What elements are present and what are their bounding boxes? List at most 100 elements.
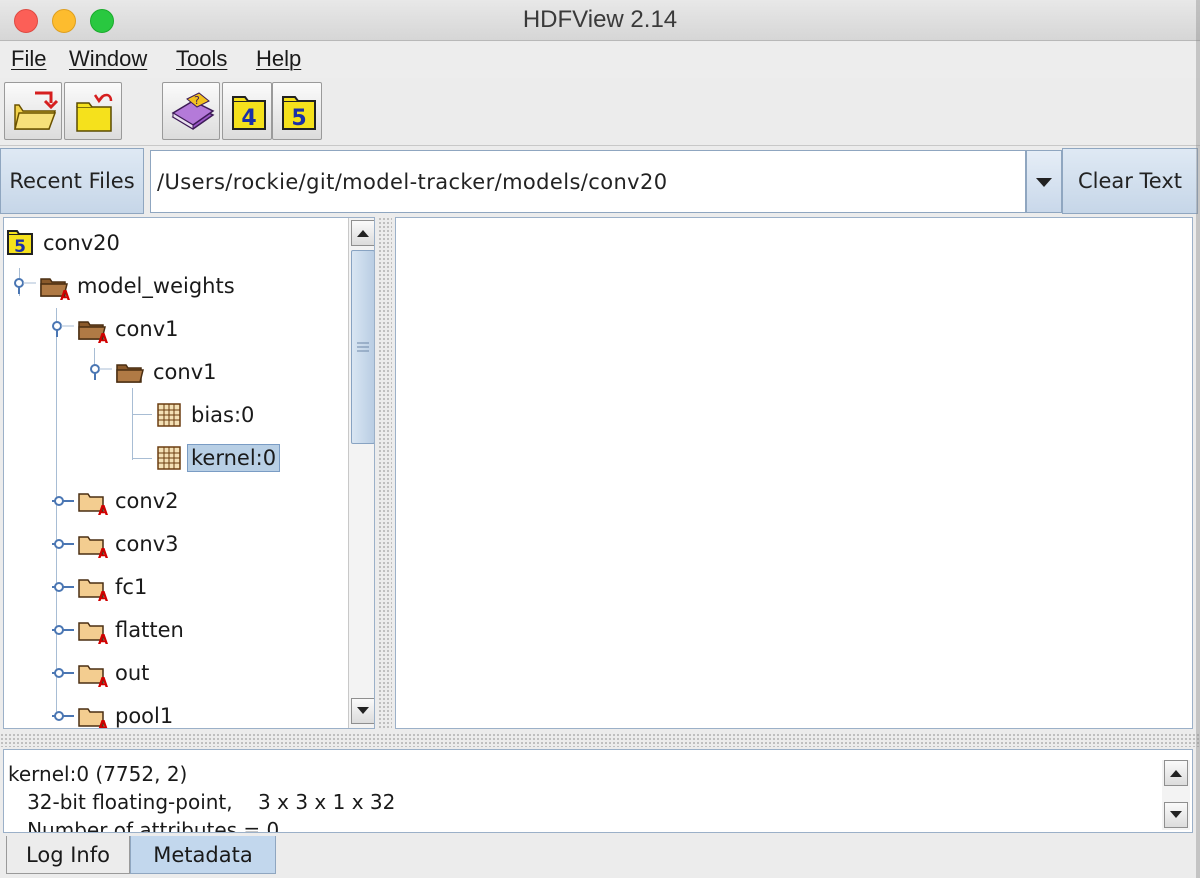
group-attr-folder-icon: A	[40, 278, 70, 301]
collapsed-handle-icon[interactable]	[50, 663, 76, 683]
svg-text:A: A	[98, 633, 108, 645]
dataset-grid-icon	[157, 403, 181, 427]
open-folder-icon	[76, 93, 113, 132]
open-file-button[interactable]	[4, 82, 62, 140]
svg-text:5: 5	[14, 237, 26, 257]
tree-label: out	[115, 661, 150, 685]
svg-text:A: A	[98, 504, 108, 516]
group-attr-folder-closed-icon: A	[78, 622, 108, 645]
path-dropdown-button[interactable]	[1026, 150, 1062, 213]
hdf4-badge: 4	[241, 106, 256, 131]
expanded-handle-icon[interactable]	[50, 319, 76, 339]
help-book-icon: ?	[171, 92, 215, 130]
window-title: HDFView 2.14	[522, 6, 678, 33]
tree-label: fc1	[115, 575, 148, 599]
svg-text:A: A	[98, 547, 108, 559]
chevron-down-icon	[1036, 178, 1052, 187]
menu-tools[interactable]: Tools	[176, 46, 227, 72]
menu-window[interactable]: Window	[69, 46, 147, 72]
svg-text:A: A	[98, 590, 108, 602]
svg-text:?: ?	[194, 94, 200, 107]
tree-connector	[132, 458, 152, 459]
collapsed-handle-icon[interactable]	[50, 706, 76, 726]
vertical-splitter[interactable]	[378, 217, 392, 729]
arrow-down-icon	[1170, 811, 1182, 818]
tree-item-flatten[interactable]: A flatten	[50, 613, 187, 647]
tree-label: conv2	[115, 489, 179, 513]
tree-scrollbar[interactable]	[348, 218, 374, 728]
tree-label: conv20	[43, 231, 120, 255]
tree-item-conv1-subgroup[interactable]: conv1	[88, 355, 220, 389]
tree-item-fc1[interactable]: A fc1	[50, 570, 150, 604]
tab-metadata[interactable]: Metadata	[130, 836, 276, 874]
scroll-thumb[interactable]	[351, 250, 374, 444]
collapsed-handle-icon[interactable]	[50, 491, 76, 511]
content-panel	[395, 217, 1193, 729]
window-edge	[1196, 0, 1200, 878]
tree-connector	[132, 388, 133, 460]
hdf5-file-icon: 5	[7, 230, 33, 257]
svg-text:A: A	[98, 332, 108, 344]
tree-connector	[132, 414, 152, 415]
tree-label: bias:0	[191, 403, 255, 427]
horizontal-splitter[interactable]	[0, 733, 1200, 747]
hdf4-icon: 4	[232, 96, 266, 131]
tree-label: flatten	[115, 618, 184, 642]
hdf5-icon: 5	[282, 96, 316, 131]
info-scrollbar[interactable]	[1162, 760, 1190, 830]
file-path-input[interactable]: /Users/rockie/git/model-tracker/models/c…	[150, 150, 1026, 213]
group-attr-folder-icon: A	[78, 321, 108, 344]
info-datatype: 32-bit floating-point, 3 x 3 x 1 x 32	[8, 790, 396, 814]
info-attribute-count: Number of attributes = 0	[8, 818, 280, 833]
tree-label: conv1	[153, 360, 217, 384]
scroll-up-button[interactable]	[351, 220, 374, 246]
hdf5-button[interactable]: 5	[272, 82, 322, 140]
tree-item-bias[interactable]: bias:0	[154, 398, 257, 432]
expanded-handle-icon[interactable]	[88, 362, 114, 382]
group-attr-folder-closed-icon: A	[78, 493, 108, 516]
open-file-icon	[14, 91, 59, 130]
folder-icon	[116, 364, 144, 383]
tree-item-pool1[interactable]: A pool1	[50, 699, 176, 729]
title-bar: HDFView 2.14	[0, 0, 1200, 41]
tree-item-conv2[interactable]: A conv2	[50, 484, 182, 518]
group-attr-folder-closed-icon: A	[78, 536, 108, 559]
menu-help[interactable]: Help	[256, 46, 301, 72]
file-tree-panel: 5 conv20 A model_weights A conv1 conv1 b…	[3, 217, 375, 729]
scroll-up-button[interactable]	[1164, 760, 1188, 786]
tree-item-conv1[interactable]: A conv1	[50, 312, 182, 346]
recent-files-button[interactable]: Recent Files	[0, 148, 144, 214]
open-folder-button[interactable]	[64, 82, 122, 140]
svg-text:A: A	[60, 289, 70, 301]
info-dataset-name: kernel:0 (7752, 2)	[8, 762, 188, 786]
tree-item-conv3[interactable]: A conv3	[50, 527, 182, 561]
tree-item-kernel[interactable]: kernel:0	[154, 441, 281, 475]
svg-text:A: A	[98, 719, 108, 729]
collapsed-handle-icon[interactable]	[50, 577, 76, 597]
collapsed-handle-icon[interactable]	[50, 534, 76, 554]
expanded-handle-icon[interactable]	[12, 276, 38, 296]
collapsed-handle-icon[interactable]	[50, 620, 76, 640]
tree-label: kernel:0	[187, 444, 281, 472]
group-attr-folder-closed-icon: A	[78, 708, 108, 729]
help-button[interactable]: ?	[162, 82, 220, 140]
tree-label: pool1	[115, 704, 174, 728]
clear-text-button[interactable]: Clear Text	[1062, 148, 1198, 214]
tab-log-info[interactable]: Log Info	[6, 836, 130, 874]
toolbar: ? 4 5	[0, 78, 1200, 146]
menu-bar: File Window Tools Help	[0, 42, 1200, 78]
tree-label: conv3	[115, 532, 179, 556]
group-attr-folder-closed-icon: A	[78, 579, 108, 602]
tree-root[interactable]: 5 conv20	[6, 226, 123, 260]
scroll-down-button[interactable]	[351, 698, 374, 724]
scroll-down-button[interactable]	[1164, 802, 1188, 828]
menu-file[interactable]: File	[11, 46, 46, 72]
arrow-down-icon	[357, 707, 369, 714]
tree-item-out[interactable]: A out	[50, 656, 152, 690]
hdf4-button[interactable]: 4	[222, 82, 272, 140]
dataset-grid-icon	[157, 446, 181, 470]
hdf5-badge: 5	[291, 106, 306, 131]
tree-item-model-weights[interactable]: A model_weights	[12, 269, 238, 303]
tree-label: model_weights	[77, 274, 235, 298]
arrow-up-icon	[357, 230, 369, 237]
